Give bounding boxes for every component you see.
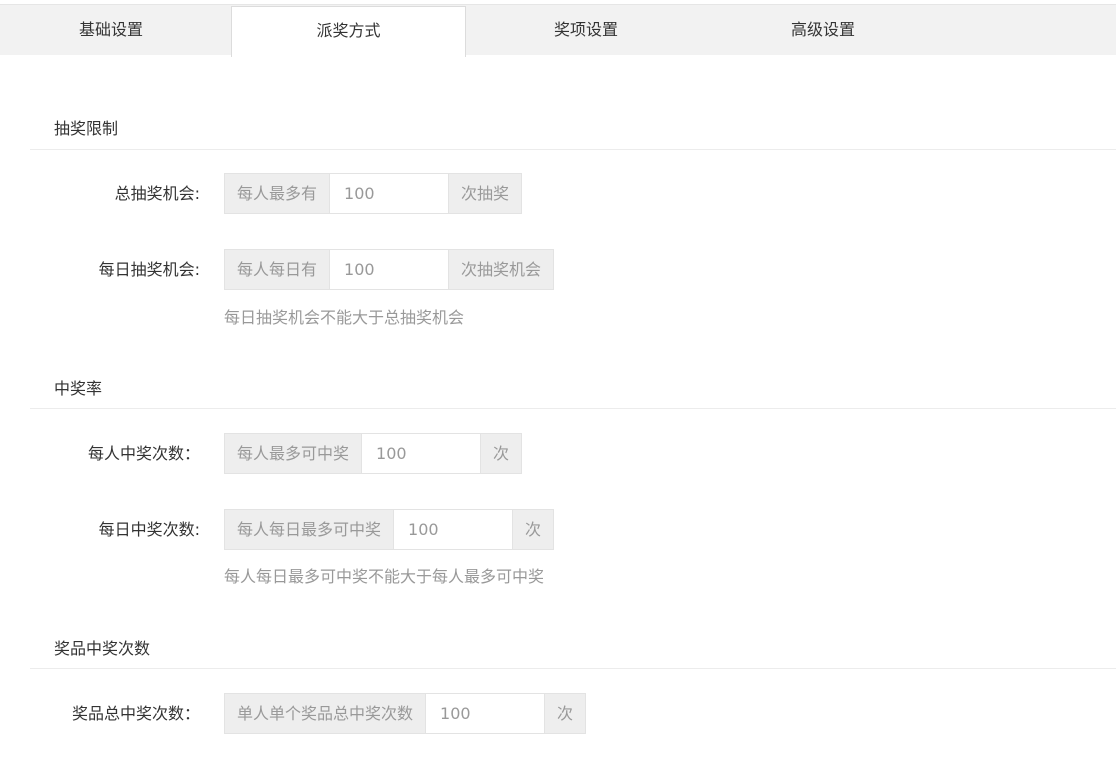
daily-wins-group: 每人每日最多可中奖 次 — [224, 509, 555, 550]
total-draw-chances-group: 每人最多有 次抽奖 — [224, 173, 523, 214]
input-suffix: 次 — [480, 433, 523, 474]
tab-advanced-settings[interactable]: 高级设置 — [705, 5, 941, 56]
daily-draw-chances-input[interactable] — [330, 249, 449, 290]
prize-total-wins-input[interactable] — [426, 693, 545, 734]
input-prefix: 单人单个奖品总中奖次数 — [224, 693, 427, 734]
daily-wins-hint: 每人每日最多可中奖不能大于每人最多可中奖 — [224, 567, 545, 586]
section-title-win-rate: 中奖率 — [54, 379, 103, 398]
daily-draw-hint: 每日抽奖机会不能大于总抽奖机会 — [224, 308, 465, 327]
total-draw-chances-label: 总抽奖机会: — [114, 184, 200, 203]
input-suffix: 次抽奖 — [448, 173, 523, 214]
prize-total-wins-group: 单人单个奖品总中奖次数 次 — [224, 693, 587, 734]
section-title-prize-count: 奖品中奖次数 — [54, 639, 151, 658]
daily-draw-chances-group: 每人每日有 次抽奖机会 — [224, 249, 555, 290]
per-person-wins-group: 每人最多可中奖 次 — [224, 433, 523, 474]
daily-wins-input[interactable] — [394, 509, 513, 550]
input-suffix: 次 — [544, 693, 587, 734]
tab-bar: 基础设置 派奖方式 奖项设置 高级设置 — [0, 4, 1116, 57]
input-prefix: 每人每日最多可中奖 — [224, 509, 395, 550]
section-divider — [30, 668, 1116, 669]
total-draw-chances-input[interactable] — [330, 173, 449, 214]
daily-draw-chances-label: 每日抽奖机会: — [98, 260, 200, 279]
tab-award-method[interactable]: 派奖方式 — [231, 6, 466, 57]
input-suffix: 次抽奖机会 — [448, 249, 555, 290]
section-divider — [30, 408, 1116, 409]
prize-total-wins-label: 奖品总中奖次数： — [71, 704, 200, 723]
per-person-wins-input[interactable] — [362, 433, 481, 474]
tab-basic-settings[interactable]: 基础设置 — [0, 5, 222, 56]
daily-wins-label: 每日中奖次数: — [98, 520, 200, 539]
input-prefix: 每人每日有 — [224, 249, 331, 290]
input-prefix: 每人最多有 — [224, 173, 331, 214]
per-person-wins-label: 每人中奖次数： — [87, 444, 200, 463]
input-prefix: 每人最多可中奖 — [224, 433, 363, 474]
section-title-draw-limit: 抽奖限制 — [54, 119, 119, 138]
section-divider — [30, 149, 1116, 150]
input-suffix: 次 — [512, 509, 555, 550]
tab-prize-settings[interactable]: 奖项设置 — [468, 5, 704, 56]
